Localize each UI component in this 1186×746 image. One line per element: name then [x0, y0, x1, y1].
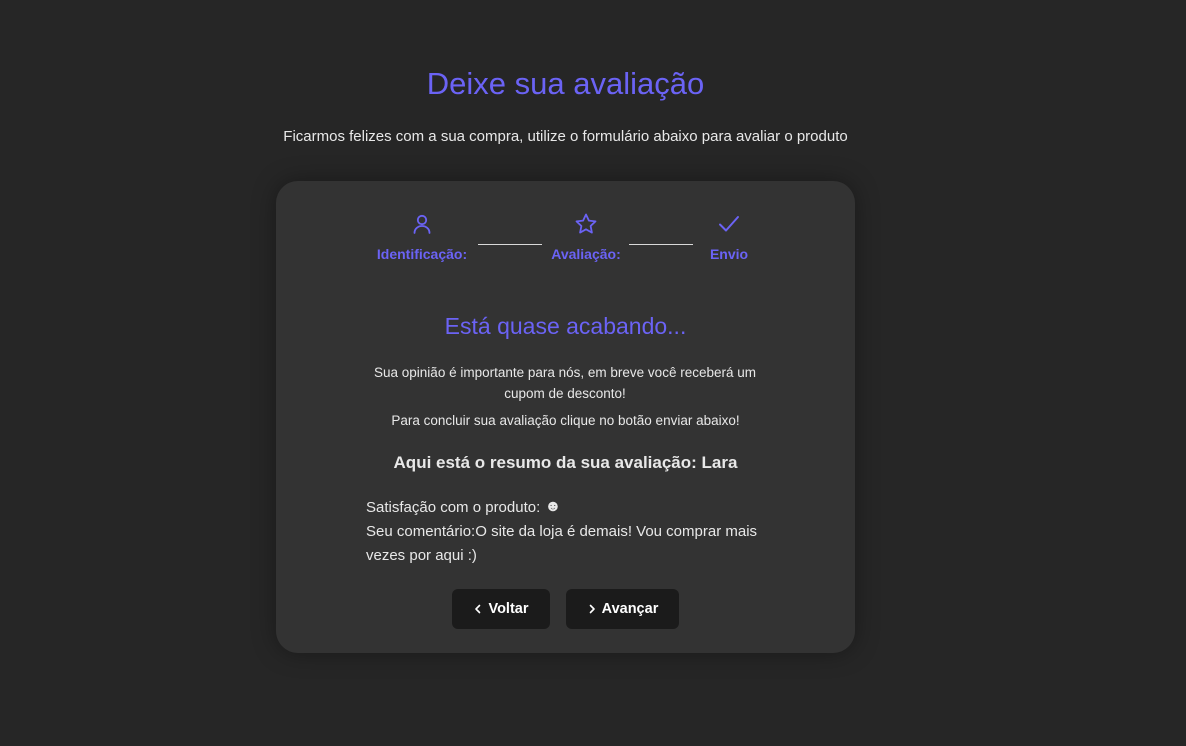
satisfaction-label: Satisfação com o produto:	[366, 499, 541, 516]
back-button-label: Voltar	[488, 601, 529, 617]
check-icon	[719, 216, 739, 232]
review-summary: Satisfação com o produto: ☻ Seu comentár…	[366, 495, 776, 568]
satisfaction-row: Satisfação com o produto: ☻	[366, 495, 776, 520]
step-label-rating: Avaliação:	[551, 246, 621, 262]
back-button[interactable]: Voltar	[452, 589, 550, 629]
step-identification: Identificação:	[370, 212, 474, 262]
comment-row: Seu comentário:O site da loja é demais! …	[366, 520, 776, 568]
step-connector	[629, 244, 693, 245]
page-title: Deixe sua avaliação	[426, 66, 705, 101]
step-label-identification: Identificação:	[376, 246, 468, 262]
instruction-text: Para concluir sua avaliação clique no bo…	[391, 413, 740, 428]
page: Deixe sua avaliação Ficarmos felizes com…	[0, 0, 1186, 746]
chevron-left-icon	[475, 604, 481, 614]
step-label-send: Envio	[709, 246, 749, 262]
user-icon	[413, 214, 431, 234]
summary-title: Aqui está o resumo da sua avaliação: Lar…	[393, 453, 738, 472]
next-button[interactable]: Avançar	[566, 589, 679, 629]
review-card: Identificação: Avaliação: Envio Está qua…	[276, 181, 855, 653]
step-rating: Avaliação:	[546, 212, 626, 262]
chevron-right-icon	[589, 604, 595, 614]
step-connector	[478, 244, 542, 245]
info-text: Sua opinião é importante para nós, em br…	[374, 365, 756, 401]
comment-label: Seu comentário:	[366, 523, 476, 540]
card-heading: Está quase acabando...	[444, 313, 687, 339]
page-subtitle: Ficarmos felizes com a sua compra, utili…	[283, 128, 848, 145]
next-button-label: Avançar	[601, 601, 659, 617]
star-icon	[575, 213, 597, 234]
step-send: Envio	[704, 212, 754, 262]
smiley-icon: ☻	[544, 498, 562, 515]
title-container: Deixe sua avaliação	[0, 66, 1131, 102]
